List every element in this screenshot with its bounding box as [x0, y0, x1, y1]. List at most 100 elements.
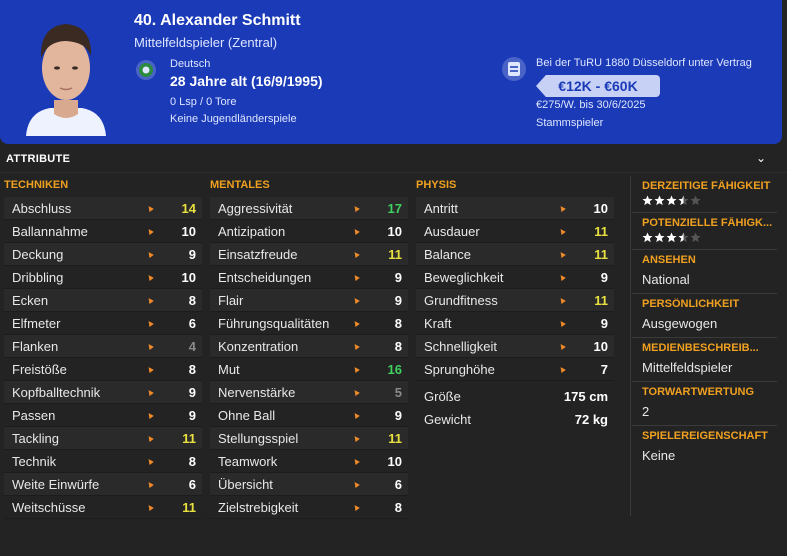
attribute-row[interactable]: Technik ▲ 8 — [4, 450, 202, 473]
attribute-row[interactable]: Flanken ▲ 4 — [4, 335, 202, 358]
trend-arrow-icon: ▲ — [349, 477, 363, 491]
attribute-label: Ballannahme — [12, 223, 88, 239]
nationality-flag-icon[interactable] — [136, 60, 156, 80]
attribute-value: 9 — [394, 269, 402, 285]
attribute-row[interactable]: Weitschüsse ▲ 11 — [4, 496, 202, 519]
attribute-row[interactable]: Nervenstärke ▲ 5 — [210, 381, 408, 404]
trend-arrow-icon: ▲ — [143, 477, 157, 491]
attribute-value: 11 — [182, 430, 196, 446]
goalkeeper-rating-value: 2 — [642, 404, 650, 419]
attribute-row[interactable]: Stellungsspiel ▲ 11 — [210, 427, 408, 450]
technical-header: TECHNIKEN — [4, 179, 69, 191]
trend-arrow-icon: ▲ — [143, 224, 157, 238]
attribute-label: Antritt — [424, 200, 458, 216]
attribute-row[interactable]: Flair ▲ 9 — [210, 289, 408, 312]
transfer-value-badge[interactable]: €12K - €60K — [536, 75, 660, 97]
side-panel: DERZEITIGE FÄHIGKEIT POTENZIELLE FÄHIGK.… — [632, 176, 777, 469]
trend-arrow-icon: ▲ — [143, 454, 157, 468]
attribute-row[interactable]: Deckung ▲ 9 — [4, 243, 202, 266]
nationality: Deutsch — [170, 58, 211, 70]
attribute-value: 6 — [188, 476, 196, 492]
attribute-row[interactable]: Antizipation ▲ 10 — [210, 220, 408, 243]
goalkeeper-rating-title: TORWARTWERTUNG — [642, 386, 755, 398]
contract-status: Bei der TuRU 1880 Düsseldorf unter Vertr… — [536, 57, 752, 69]
attribute-label: Übersicht — [218, 476, 273, 492]
attribute-row[interactable]: Mut ▲ 16 — [210, 358, 408, 381]
player-weight-value: 72 kg — [574, 412, 608, 427]
attribute-label: Tackling — [12, 430, 59, 446]
attribute-row[interactable]: Kraft ▲ 9 — [416, 312, 614, 335]
attribute-row[interactable]: Teamwork ▲ 10 — [210, 450, 408, 473]
attribute-row[interactable]: Kopfballtechnik ▲ 9 — [4, 381, 202, 404]
current-ability: DERZEITIGE FÄHIGKEIT — [632, 176, 777, 213]
section-title: ATTRIBUTE — [6, 153, 71, 165]
attribute-label: Kraft — [424, 315, 452, 331]
attribute-row[interactable]: Ecken ▲ 8 — [4, 289, 202, 312]
attribute-label: Freistöße — [12, 361, 67, 377]
attribute-row[interactable]: Antritt ▲ 10 — [416, 197, 614, 220]
potential-ability-title: POTENZIELLE FÄHIGK... — [642, 217, 773, 229]
mental-header: MENTALES — [210, 179, 270, 191]
trend-arrow-icon: ▲ — [349, 500, 363, 514]
attribute-label: Elfmeter — [12, 315, 61, 331]
trend-arrow-icon: ▲ — [349, 293, 363, 307]
attribute-label: Sprunghöhe — [424, 361, 495, 377]
attribute-row[interactable]: Konzentration ▲ 8 — [210, 335, 408, 358]
trend-arrow-icon: ▲ — [349, 431, 363, 445]
attribute-row[interactable]: Elfmeter ▲ 6 — [4, 312, 202, 335]
trend-arrow-icon: ▲ — [143, 293, 157, 307]
attribute-value: 10 — [593, 338, 608, 354]
attribute-row[interactable]: Entscheidungen ▲ 9 — [210, 266, 408, 289]
divider — [0, 172, 787, 173]
attribute-value: 10 — [387, 223, 402, 239]
attribute-row[interactable]: Zielstrebigkeit ▲ 8 — [210, 496, 408, 519]
star-icon — [678, 195, 689, 206]
attribute-value: 8 — [394, 315, 402, 331]
attribute-row[interactable]: Tackling ▲ 11 — [4, 427, 202, 450]
attribute-row[interactable]: Aggressivität ▲ 17 — [210, 197, 408, 220]
trend-arrow-icon: ▲ — [555, 316, 569, 330]
attribute-row[interactable]: Ballannahme ▲ 10 — [4, 220, 202, 243]
attribute-row[interactable]: Beweglichkeit ▲ 9 — [416, 266, 614, 289]
attribute-label: Nervenstärke — [218, 384, 296, 400]
attribute-row[interactable]: Schnelligkeit ▲ 10 — [416, 335, 614, 358]
attribute-label: Ausdauer — [424, 223, 480, 239]
attribute-row[interactable]: Ausdauer ▲ 11 — [416, 220, 614, 243]
attribute-label: Grundfitness — [424, 292, 498, 308]
attribute-label: Konzentration — [218, 338, 299, 354]
attribute-row[interactable]: Sprunghöhe ▲ 7 — [416, 358, 614, 381]
attribute-row[interactable]: Übersicht ▲ 6 — [210, 473, 408, 496]
club-badge-icon[interactable] — [502, 57, 526, 81]
attribute-value: 10 — [387, 453, 402, 469]
attribute-value: 8 — [394, 499, 402, 515]
attribute-label: Kopfballtechnik — [12, 384, 101, 400]
attribute-row[interactable]: Dribbling ▲ 10 — [4, 266, 202, 289]
trend-arrow-icon: ▲ — [555, 293, 569, 307]
mental-column: MENTALES Aggressivität ▲ 17 Antizipation ▲ 10… — [210, 178, 408, 519]
trend-arrow-icon: ▲ — [143, 316, 157, 330]
attribute-label: Flair — [218, 292, 244, 308]
attribute-row[interactable]: Weite Einwürfe ▲ 6 — [4, 473, 202, 496]
attribute-value: 11 — [388, 246, 402, 262]
attribute-row[interactable]: Einsatzfreude ▲ 11 — [210, 243, 408, 266]
attribute-row[interactable]: Freistöße ▲ 8 — [4, 358, 202, 381]
attribute-row[interactable]: Ohne Ball ▲ 9 — [210, 404, 408, 427]
attribute-row[interactable]: Grundfitness ▲ 11 — [416, 289, 614, 312]
star-icon — [690, 195, 701, 206]
player-traits: SPIELEREIGENSCHAFT Keine — [632, 426, 777, 469]
player-height: Größe 175 cm — [416, 385, 614, 408]
attribute-row[interactable]: Balance ▲ 11 — [416, 243, 614, 266]
media-description-value: Mittelfeldspieler — [642, 360, 733, 375]
attribute-value: 9 — [600, 315, 608, 331]
trend-arrow-icon: ▲ — [349, 385, 363, 399]
attribute-row[interactable]: Führungsqualitäten ▲ 8 — [210, 312, 408, 335]
player-traits-title: SPIELEREIGENSCHAFT — [642, 430, 768, 442]
chevron-down-icon[interactable]: ⌄ — [756, 151, 766, 165]
attribute-value: 11 — [594, 292, 608, 308]
attribute-value: 10 — [181, 223, 196, 239]
attribute-row[interactable]: Passen ▲ 9 — [4, 404, 202, 427]
youth-caps: Keine Jugendländerspiele — [170, 113, 297, 125]
player-position: Mittelfeldspieler (Zentral) — [134, 35, 278, 50]
attribute-row[interactable]: Abschluss ▲ 14 — [4, 197, 202, 220]
player-photo — [16, 8, 116, 136]
